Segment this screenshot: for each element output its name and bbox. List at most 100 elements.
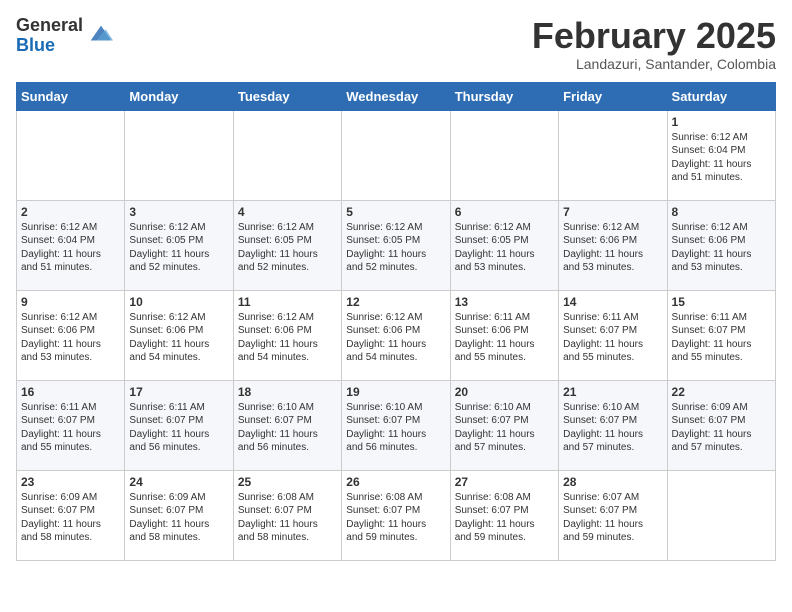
day-info: Sunrise: 6:11 AM Sunset: 6:07 PM Dayligh… — [672, 311, 771, 365]
day-info: Sunrise: 6:08 AM Sunset: 6:07 PM Dayligh… — [346, 491, 445, 545]
title-block: February 2025 Landazuri, Santander, Colo… — [532, 16, 776, 72]
day-number: 21 — [563, 385, 662, 399]
day-number: 18 — [238, 385, 337, 399]
calendar-cell — [233, 110, 341, 200]
day-info: Sunrise: 6:12 AM Sunset: 6:06 PM Dayligh… — [346, 311, 445, 365]
day-info: Sunrise: 6:12 AM Sunset: 6:06 PM Dayligh… — [672, 221, 771, 275]
calendar-cell — [342, 110, 450, 200]
day-info: Sunrise: 6:11 AM Sunset: 6:07 PM Dayligh… — [563, 311, 662, 365]
logo-blue-text: Blue — [16, 36, 83, 56]
day-number: 14 — [563, 295, 662, 309]
calendar-week-row: 23 Sunrise: 6:09 AM Sunset: 6:07 PM Dayli… — [17, 470, 776, 560]
day-number: 25 — [238, 475, 337, 489]
calendar-cell: 13 Sunrise: 6:11 AM Sunset: 6:06 PM Dayli… — [450, 290, 558, 380]
calendar-cell: 9 Sunrise: 6:12 AM Sunset: 6:06 PM Daylig… — [17, 290, 125, 380]
day-info: Sunrise: 6:12 AM Sunset: 6:05 PM Dayligh… — [129, 221, 228, 275]
calendar-cell — [450, 110, 558, 200]
calendar-week-row: 2Sunrise: 6:12 AM Sunset: 6:04 PM Daylig… — [17, 200, 776, 290]
calendar-cell: 5 Sunrise: 6:12 AM Sunset: 6:05 PM Daylig… — [342, 200, 450, 290]
calendar-cell: 14 Sunrise: 6:11 AM Sunset: 6:07 PM Dayli… — [559, 290, 667, 380]
calendar-cell: 8 Sunrise: 6:12 AM Sunset: 6:06 PM Daylig… — [667, 200, 775, 290]
day-number: 17 — [129, 385, 228, 399]
calendar-cell: 28 Sunrise: 6:07 AM Sunset: 6:07 PM Dayli… — [559, 470, 667, 560]
day-info: Sunrise: 6:12 AM Sunset: 6:06 PM Dayligh… — [21, 311, 120, 365]
day-number: 19 — [346, 385, 445, 399]
calendar-cell: 25Sunrise: 6:08 AM Sunset: 6:07 PM Dayli… — [233, 470, 341, 560]
day-number: 8 — [672, 205, 771, 219]
column-header-monday: Monday — [125, 82, 233, 110]
logo-icon — [87, 20, 115, 48]
calendar-cell — [17, 110, 125, 200]
calendar-cell: 1 Sunrise: 6:12 AM Sunset: 6:04 PM Daylig… — [667, 110, 775, 200]
day-info: Sunrise: 6:11 AM Sunset: 6:06 PM Dayligh… — [455, 311, 554, 365]
column-header-thursday: Thursday — [450, 82, 558, 110]
day-number: 24 — [129, 475, 228, 489]
column-header-friday: Friday — [559, 82, 667, 110]
location-text: Landazuri, Santander, Colombia — [532, 56, 776, 72]
column-header-wednesday: Wednesday — [342, 82, 450, 110]
calendar-cell: 23 Sunrise: 6:09 AM Sunset: 6:07 PM Dayli… — [17, 470, 125, 560]
day-number: 5 — [346, 205, 445, 219]
day-info: Sunrise: 6:09 AM Sunset: 6:07 PM Dayligh… — [21, 491, 120, 545]
day-info: Sunrise: 6:10 AM Sunset: 6:07 PM Dayligh… — [563, 401, 662, 455]
calendar-cell: 21 Sunrise: 6:10 AM Sunset: 6:07 PM Dayli… — [559, 380, 667, 470]
day-info: Sunrise: 6:12 AM Sunset: 6:04 PM Dayligh… — [672, 131, 771, 185]
calendar-cell: 6Sunrise: 6:12 AM Sunset: 6:05 PM Daylig… — [450, 200, 558, 290]
day-number: 15 — [672, 295, 771, 309]
day-info: Sunrise: 6:12 AM Sunset: 6:06 PM Dayligh… — [129, 311, 228, 365]
day-number: 1 — [672, 115, 771, 129]
day-info: Sunrise: 6:09 AM Sunset: 6:07 PM Dayligh… — [129, 491, 228, 545]
day-number: 11 — [238, 295, 337, 309]
calendar-cell: 16Sunrise: 6:11 AM Sunset: 6:07 PM Dayli… — [17, 380, 125, 470]
day-number: 7 — [563, 205, 662, 219]
calendar-cell: 26 Sunrise: 6:08 AM Sunset: 6:07 PM Dayli… — [342, 470, 450, 560]
calendar-week-row: 9 Sunrise: 6:12 AM Sunset: 6:06 PM Daylig… — [17, 290, 776, 380]
day-info: Sunrise: 6:12 AM Sunset: 6:06 PM Dayligh… — [238, 311, 337, 365]
calendar-cell: 24 Sunrise: 6:09 AM Sunset: 6:07 PM Dayli… — [125, 470, 233, 560]
calendar-cell — [125, 110, 233, 200]
calendar-cell — [559, 110, 667, 200]
calendar-cell: 22 Sunrise: 6:09 AM Sunset: 6:07 PM Dayli… — [667, 380, 775, 470]
day-info: Sunrise: 6:12 AM Sunset: 6:05 PM Dayligh… — [455, 221, 554, 275]
day-number: 20 — [455, 385, 554, 399]
day-number: 22 — [672, 385, 771, 399]
day-info: Sunrise: 6:12 AM Sunset: 6:05 PM Dayligh… — [238, 221, 337, 275]
calendar-week-row: 1 Sunrise: 6:12 AM Sunset: 6:04 PM Daylig… — [17, 110, 776, 200]
day-info: Sunrise: 6:07 AM Sunset: 6:07 PM Dayligh… — [563, 491, 662, 545]
day-info: Sunrise: 6:10 AM Sunset: 6:07 PM Dayligh… — [455, 401, 554, 455]
calendar-cell: 2Sunrise: 6:12 AM Sunset: 6:04 PM Daylig… — [17, 200, 125, 290]
day-info: Sunrise: 6:10 AM Sunset: 6:07 PM Dayligh… — [238, 401, 337, 455]
calendar-cell: 19 Sunrise: 6:10 AM Sunset: 6:07 PM Dayli… — [342, 380, 450, 470]
day-number: 10 — [129, 295, 228, 309]
day-number: 16 — [21, 385, 120, 399]
day-info: Sunrise: 6:12 AM Sunset: 6:05 PM Dayligh… — [346, 221, 445, 275]
day-info: Sunrise: 6:09 AM Sunset: 6:07 PM Dayligh… — [672, 401, 771, 455]
day-info: Sunrise: 6:10 AM Sunset: 6:07 PM Dayligh… — [346, 401, 445, 455]
day-number: 9 — [21, 295, 120, 309]
column-header-sunday: Sunday — [17, 82, 125, 110]
day-number: 23 — [21, 475, 120, 489]
day-info: Sunrise: 6:08 AM Sunset: 6:07 PM Dayligh… — [455, 491, 554, 545]
day-info: Sunrise: 6:11 AM Sunset: 6:07 PM Dayligh… — [129, 401, 228, 455]
calendar-cell: 15 Sunrise: 6:11 AM Sunset: 6:07 PM Dayli… — [667, 290, 775, 380]
calendar-cell: 10 Sunrise: 6:12 AM Sunset: 6:06 PM Dayli… — [125, 290, 233, 380]
calendar-cell: 27 Sunrise: 6:08 AM Sunset: 6:07 PM Dayli… — [450, 470, 558, 560]
calendar-cell — [667, 470, 775, 560]
calendar-header-row: SundayMondayTuesdayWednesdayThursdayFrid… — [17, 82, 776, 110]
day-number: 26 — [346, 475, 445, 489]
day-number: 13 — [455, 295, 554, 309]
logo: General Blue — [16, 16, 115, 56]
calendar-cell: 20 Sunrise: 6:10 AM Sunset: 6:07 PM Dayli… — [450, 380, 558, 470]
calendar-cell: 12 Sunrise: 6:12 AM Sunset: 6:06 PM Dayli… — [342, 290, 450, 380]
logo-general-text: General — [16, 16, 83, 36]
calendar-cell: 18 Sunrise: 6:10 AM Sunset: 6:07 PM Dayli… — [233, 380, 341, 470]
page-header: General Blue February 2025 Landazuri, Sa… — [16, 16, 776, 72]
day-number: 12 — [346, 295, 445, 309]
calendar-week-row: 16 Sunrise: 6:11 AM Sunset: 6:07 PM Dayli… — [17, 380, 776, 470]
day-number: 27 — [455, 475, 554, 489]
day-info: Sunrise: 6:12 AM Sunset: 6:04 PM Dayligh… — [21, 221, 120, 275]
calendar-cell: 3Sunrise: 6:12 AM Sunset: 6:05 PM Daylig… — [125, 200, 233, 290]
day-info: Sunrise: 6:12 AM Sunset: 6:06 PM Dayligh… — [563, 221, 662, 275]
month-year-title: February 2025 — [532, 16, 776, 56]
day-number: 28 — [563, 475, 662, 489]
